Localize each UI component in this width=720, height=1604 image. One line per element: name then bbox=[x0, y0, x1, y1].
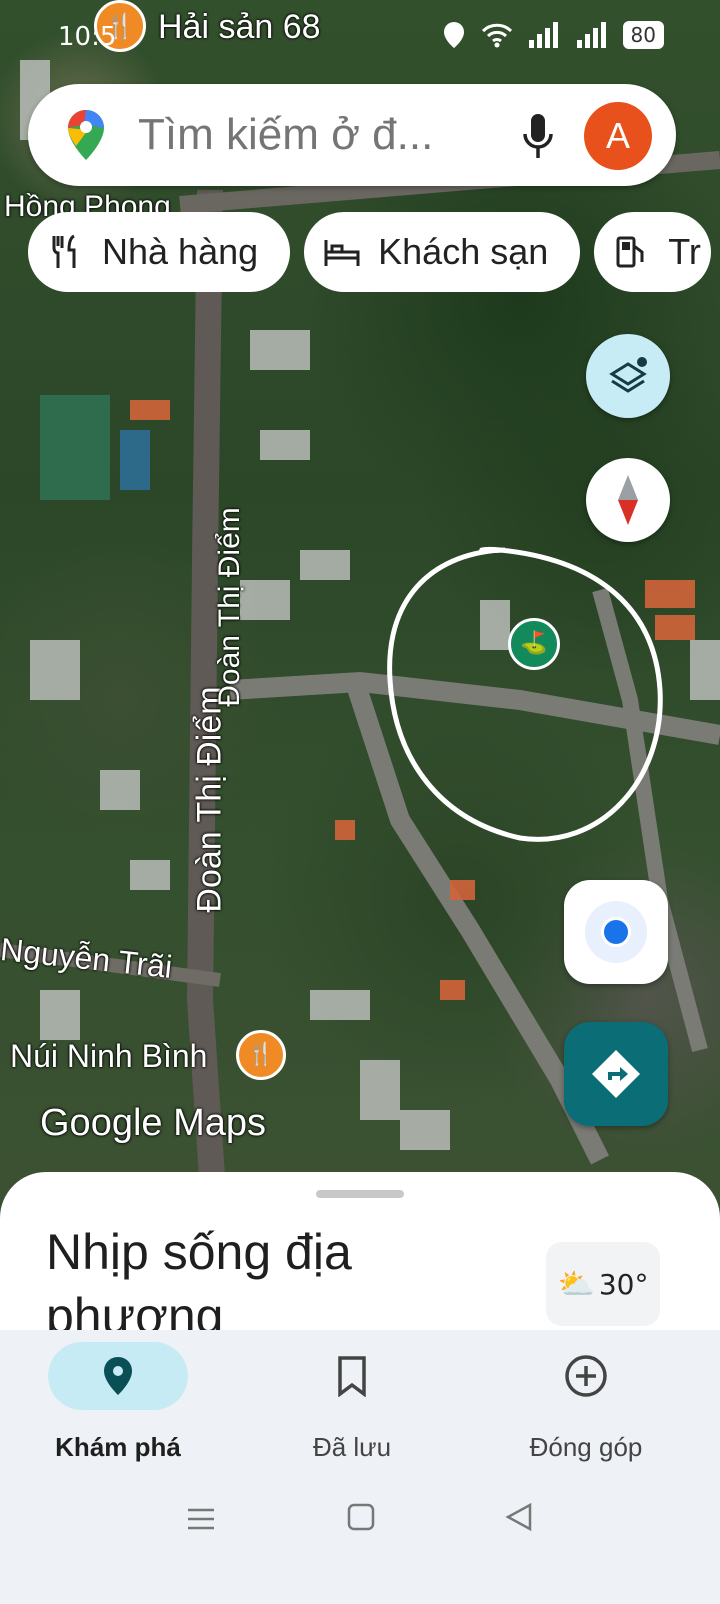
chip-hotels[interactable]: Khách sạn bbox=[304, 212, 581, 292]
directions-icon bbox=[592, 1050, 640, 1098]
directions-button[interactable] bbox=[564, 1022, 668, 1126]
chip-label: Nhà hàng bbox=[102, 231, 259, 272]
search-input[interactable] bbox=[136, 106, 460, 164]
tab-contribute[interactable]: Đóng góp bbox=[486, 1342, 686, 1463]
chip-label: Khách sạn bbox=[378, 231, 549, 272]
back-icon[interactable] bbox=[504, 1502, 534, 1532]
fork-knife-icon bbox=[52, 234, 76, 268]
search-bar[interactable]: A bbox=[28, 84, 676, 186]
home-icon[interactable] bbox=[346, 1502, 376, 1532]
google-maps-logo-icon bbox=[68, 110, 104, 160]
avatar[interactable]: A bbox=[584, 102, 652, 170]
system-navigation-bar bbox=[0, 1500, 720, 1560]
tab-label: Khám phá bbox=[55, 1432, 181, 1462]
google-maps-watermark: Google Maps bbox=[40, 1102, 267, 1144]
my-location-button[interactable] bbox=[564, 880, 668, 984]
tab-explore[interactable]: Khám phá bbox=[18, 1342, 218, 1463]
layers-icon bbox=[609, 357, 647, 393]
status-time: 10:5 bbox=[58, 22, 117, 52]
map-label-nui-ninh-binh[interactable]: Núi Ninh Bình bbox=[10, 1038, 207, 1075]
signal-icon-2 bbox=[576, 22, 606, 48]
sheet-title: Nhịp sống địa phương bbox=[46, 1224, 352, 1344]
add-circle-icon bbox=[565, 1355, 607, 1397]
tab-label: Đóng góp bbox=[529, 1432, 643, 1462]
tab-label: Đã lưu bbox=[312, 1432, 392, 1462]
temperature: 30° bbox=[598, 1267, 649, 1301]
chip-label: Tr bbox=[668, 231, 701, 272]
weather-cloud-sun-icon: ⛅ bbox=[557, 1266, 595, 1302]
explore-pin-icon bbox=[104, 1357, 132, 1395]
compass-icon bbox=[618, 475, 638, 525]
golf-pin-icon[interactable]: ⛳ bbox=[508, 618, 560, 670]
chip-restaurants[interactable]: Nhà hàng bbox=[28, 212, 291, 292]
status-bar: 10:5 80 bbox=[0, 0, 720, 70]
tab-saved[interactable]: Đã lưu bbox=[252, 1342, 452, 1463]
bottom-navigation: Khám phá Đã lưu Đóng góp bbox=[0, 1330, 720, 1604]
map-label-doan-thi-diem-2: Đoàn Thị Điểm bbox=[213, 507, 246, 707]
restaurant-pin-icon[interactable]: 🍴 bbox=[236, 1030, 286, 1080]
bookmark-icon bbox=[338, 1356, 366, 1397]
signal-icon bbox=[528, 22, 558, 48]
drag-handle[interactable] bbox=[316, 1190, 404, 1198]
location-icon bbox=[443, 22, 464, 48]
recent-apps-icon[interactable] bbox=[186, 1504, 216, 1534]
chip-gas[interactable]: Tr bbox=[594, 212, 711, 292]
microphone-icon[interactable] bbox=[520, 112, 556, 160]
battery-indicator: 80 bbox=[622, 21, 664, 49]
weather-badge[interactable]: ⛅ 30° bbox=[546, 1242, 660, 1326]
location-dot-icon bbox=[585, 901, 647, 963]
bed-icon bbox=[324, 240, 360, 266]
wifi-icon bbox=[481, 23, 512, 48]
layers-button[interactable] bbox=[586, 334, 670, 418]
compass-button[interactable] bbox=[586, 458, 670, 542]
category-chips: Nhà hàng Khách sạn Tr bbox=[28, 212, 711, 292]
fuel-icon bbox=[616, 236, 644, 268]
